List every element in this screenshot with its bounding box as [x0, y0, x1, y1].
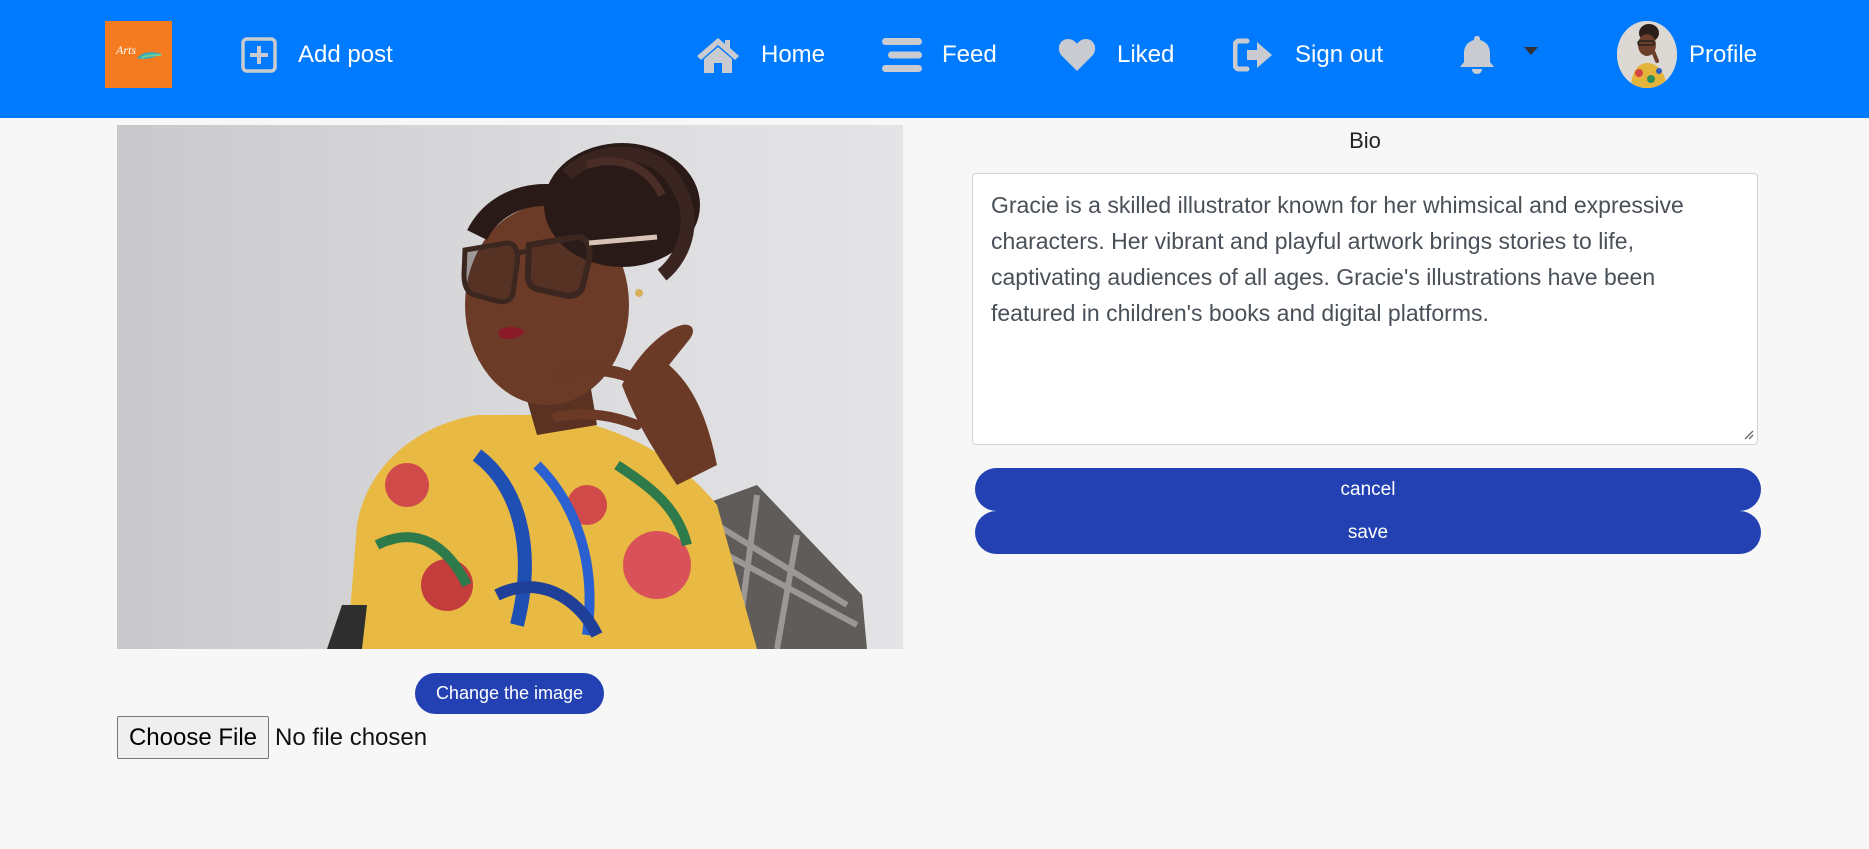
top-navbar: Arts Add post Home Feed Liked Sign out P… [0, 0, 1869, 118]
nav-home-label: Home [761, 41, 826, 68]
sign-out-icon [1233, 37, 1275, 73]
nav-liked-label: Liked [1117, 41, 1175, 68]
save-button[interactable]: save [975, 511, 1761, 554]
site-logo[interactable]: Arts [105, 21, 172, 88]
logo-brush-icon [137, 52, 162, 60]
nav-home[interactable]: Home [695, 32, 825, 78]
nav-liked[interactable]: Liked [1057, 32, 1174, 78]
logo-text: Arts [116, 43, 137, 57]
avatar [1617, 21, 1677, 88]
nav-sign-out-label: Sign out [1295, 41, 1384, 68]
nav-profile-label: Profile [1689, 40, 1758, 68]
nav-feed-label: Feed [942, 41, 997, 68]
nav-add-post-label: Add post [298, 41, 393, 68]
resize-grip-icon[interactable] [1742, 428, 1754, 440]
caret-down-icon[interactable] [1524, 47, 1538, 55]
home-icon [695, 35, 741, 75]
file-status-text: No file chosen [275, 723, 428, 751]
profile-photo [117, 125, 903, 649]
plus-square-icon [240, 36, 278, 74]
heart-icon [1057, 37, 1097, 73]
change-image-button[interactable]: Change the image [415, 673, 604, 714]
cancel-button[interactable]: cancel [975, 468, 1761, 511]
nav-profile[interactable]: Profile [1617, 21, 1757, 88]
nav-feed[interactable]: Feed [882, 32, 997, 78]
bell-icon[interactable] [1458, 34, 1496, 81]
nav-add-post[interactable]: Add post [240, 32, 393, 78]
bio-label: Bio [1349, 128, 1381, 153]
bio-textarea[interactable]: Gracie is a skilled illustrator known fo… [972, 173, 1758, 445]
file-input: Choose File No file chosen [117, 716, 427, 759]
bars-icon [882, 36, 922, 74]
choose-file-button[interactable]: Choose File [117, 716, 269, 759]
nav-sign-out[interactable]: Sign out [1233, 32, 1383, 78]
